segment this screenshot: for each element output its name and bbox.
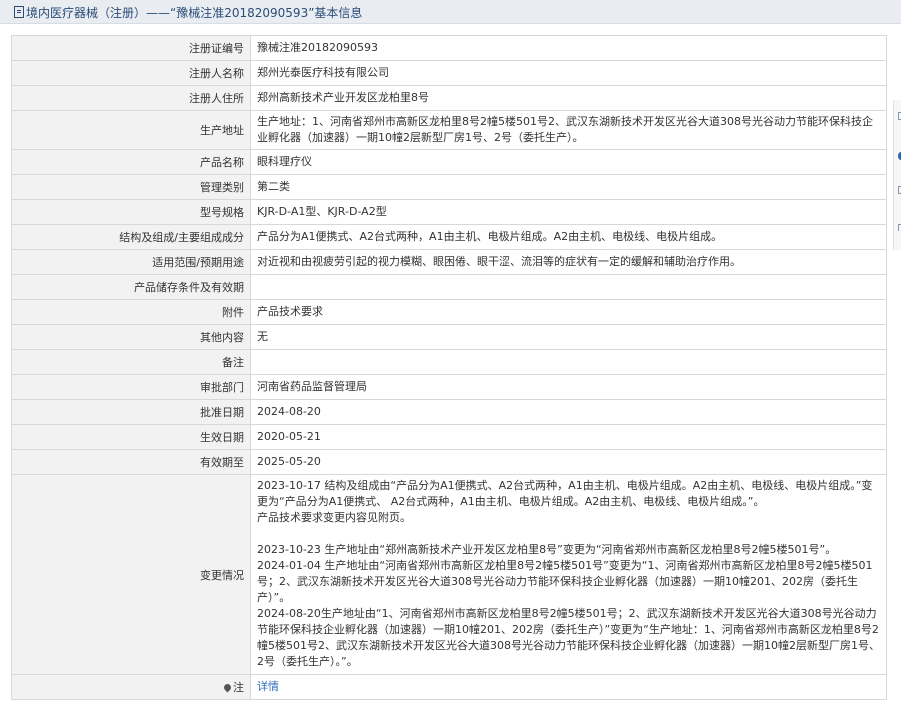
row-value: 产品分为A1便携式、A2台式两种，A1由主机、电极片组成。A2由主机、电极线、电…	[250, 224, 887, 250]
change-history: 2023-10-17 结构及组成由“产品分为A1便携式、A2台式两种，A1由主机…	[250, 474, 887, 675]
row-value: 2020-05-21	[250, 424, 887, 450]
page-title-text: 境内医疗器械（注册）——“豫械注准20182090593”基本信息	[26, 6, 363, 20]
change-entry: 2024-01-04 生产地址由“河南省郑州市高新区龙柏里8号2幢5楼501号”…	[257, 559, 873, 604]
table-row: 注册证编号 豫械注准20182090593	[11, 35, 887, 61]
detail-link[interactable]: 详情	[257, 680, 279, 693]
table-row: 型号规格 KJR-D-A1型、KJR-D-A2型	[11, 199, 887, 225]
table-row: 注册人名称 郑州光泰医疗科技有限公司	[11, 60, 887, 86]
table-row: 有效期至 2025-05-20	[11, 449, 887, 475]
row-label: 有效期至	[11, 449, 251, 475]
row-value	[250, 349, 887, 375]
row-label: 型号规格	[11, 199, 251, 225]
change-history-row: 变更情况 2023-10-17 结构及组成由“产品分为A1便携式、A2台式两种，…	[11, 474, 887, 675]
registration-info-table: 注册证编号 豫械注准20182090593 注册人名称 郑州光泰医疗科技有限公司…	[11, 35, 887, 700]
change-entry: 2023-10-23 生产地址由“郑州高新技术产业开发区龙柏里8号”变更为“河南…	[257, 543, 837, 556]
side-toolbar	[893, 100, 901, 250]
row-label: 适用范围/预期用途	[11, 249, 251, 275]
table-row: 注册人住所 郑州高新技术产业开发区龙柏里8号	[11, 85, 887, 111]
row-value: 眼科理疗仪	[250, 149, 887, 175]
row-label: 产品储存条件及有效期	[11, 274, 251, 300]
row-label: 管理类别	[11, 174, 251, 200]
row-value: 对近视和由视疲劳引起的视力模糊、眼困倦、眼干涩、流泪等的症状有一定的缓解和辅助治…	[250, 249, 887, 275]
row-label: 产品名称	[11, 149, 251, 175]
row-label: 生产地址	[11, 110, 251, 150]
row-value: 无	[250, 324, 887, 350]
row-label: 变更情况	[11, 474, 251, 675]
row-value: 生产地址：1、河南省郑州市高新区龙柏里8号2幢5楼501号2、武汉东湖新技术开发…	[250, 110, 887, 150]
row-value: 2025-05-20	[250, 449, 887, 475]
table-row: 结构及组成/主要组成成分 产品分为A1便携式、A2台式两种，A1由主机、电极片组…	[11, 224, 887, 250]
change-entry: 2023-10-17 结构及组成由“产品分为A1便携式、A2台式两种，A1由主机…	[257, 479, 873, 508]
pin-icon	[222, 682, 233, 693]
table-row: 产品名称 眼科理疗仪	[11, 149, 887, 175]
page-title: 境内医疗器械（注册）——“豫械注准20182090593”基本信息	[14, 4, 362, 21]
note-label-text: 注	[233, 681, 244, 694]
row-label: 结构及组成/主要组成成分	[11, 224, 251, 250]
row-label: 附件	[11, 299, 251, 325]
table-row: 适用范围/预期用途 对近视和由视疲劳引起的视力模糊、眼困倦、眼干涩、流泪等的症状…	[11, 249, 887, 275]
note-label: 注	[11, 674, 251, 700]
row-label: 备注	[11, 349, 251, 375]
row-value: 2024-08-20	[250, 399, 887, 425]
change-entry: 2024-08-20生产地址由“1、河南省郑州市高新区龙柏里8号2幢5楼501号…	[257, 607, 880, 668]
row-value	[250, 274, 887, 300]
row-label: 生效日期	[11, 424, 251, 450]
table-row: 生效日期 2020-05-21	[11, 424, 887, 450]
table-row: 其他内容 无	[11, 324, 887, 350]
note-row: 注 详情	[11, 674, 887, 700]
row-value: 产品技术要求	[250, 299, 887, 325]
table-row: 产品储存条件及有效期	[11, 274, 887, 300]
row-value: 豫械注准20182090593	[250, 35, 887, 61]
row-label: 注册人住所	[11, 85, 251, 111]
change-entry: 产品技术要求变更内容见附页。	[257, 511, 411, 524]
note-value: 详情	[250, 674, 887, 700]
row-value: 河南省药品监督管理局	[250, 374, 887, 400]
row-value: 郑州光泰医疗科技有限公司	[250, 60, 887, 86]
row-label: 注册证编号	[11, 35, 251, 61]
table-row: 附件 产品技术要求	[11, 299, 887, 325]
table-row: 备注	[11, 349, 887, 375]
table-row: 生产地址 生产地址：1、河南省郑州市高新区龙柏里8号2幢5楼501号2、武汉东湖…	[11, 110, 887, 150]
row-value: 第二类	[250, 174, 887, 200]
row-value: KJR-D-A1型、KJR-D-A2型	[250, 199, 887, 225]
row-label: 其他内容	[11, 324, 251, 350]
row-label: 批准日期	[11, 399, 251, 425]
page-header: 境内医疗器械（注册）——“豫械注准20182090593”基本信息	[0, 0, 901, 24]
table-row: 管理类别 第二类	[11, 174, 887, 200]
document-icon	[14, 6, 24, 18]
row-label: 注册人名称	[11, 60, 251, 86]
row-value: 郑州高新技术产业开发区龙柏里8号	[250, 85, 887, 111]
table-row: 审批部门 河南省药品监督管理局	[11, 374, 887, 400]
table-row: 批准日期 2024-08-20	[11, 399, 887, 425]
row-label: 审批部门	[11, 374, 251, 400]
